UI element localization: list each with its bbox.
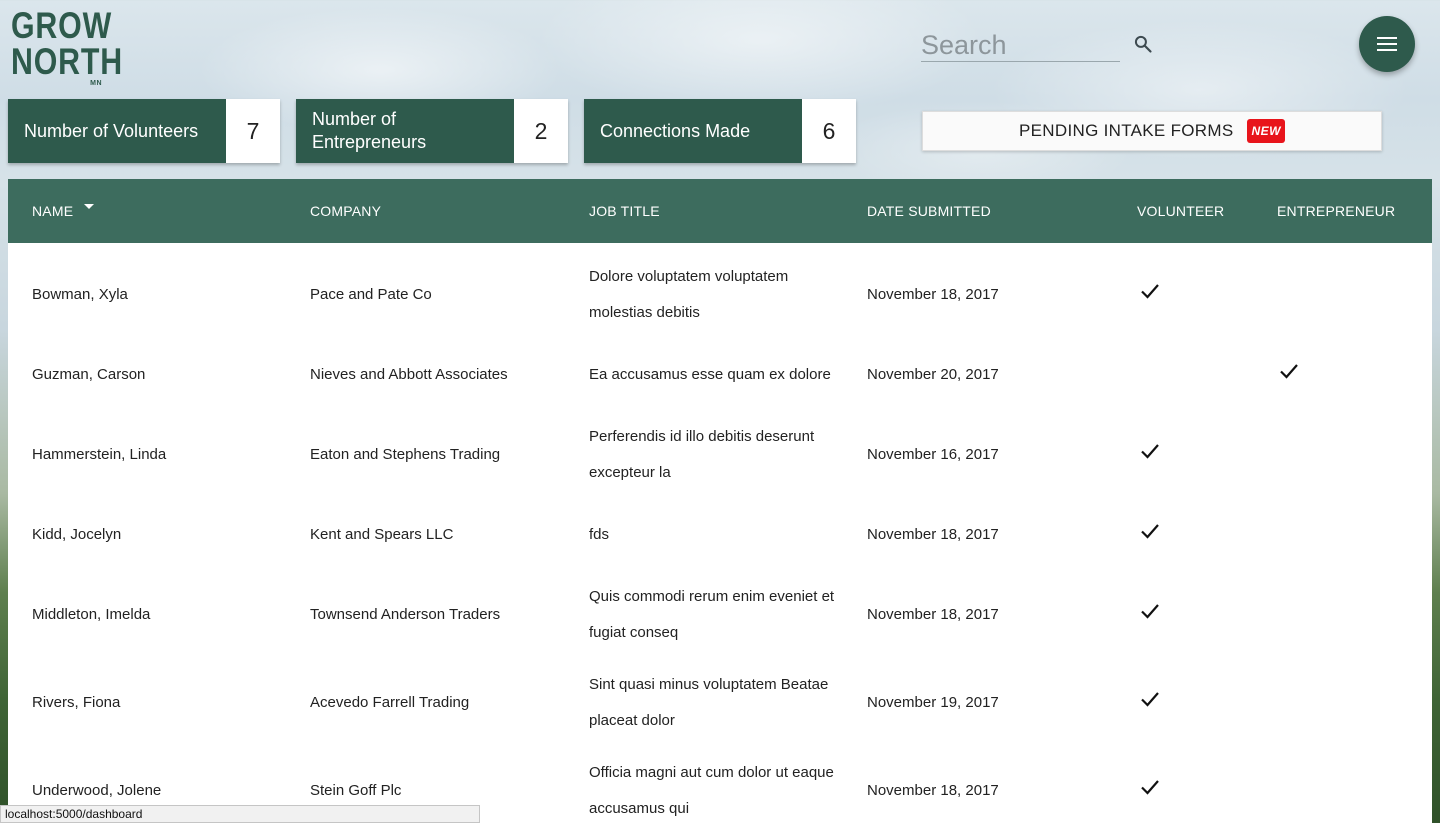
pending-intake-forms-button[interactable]: PENDING INTAKE FORMS NEW <box>922 111 1382 151</box>
new-badge: NEW <box>1247 119 1285 143</box>
menu-icon <box>1377 37 1397 51</box>
cell-date-submitted: November 16, 2017 <box>867 446 999 463</box>
menu-button[interactable] <box>1359 16 1415 72</box>
cell-company: Pace and Pate Co <box>310 286 432 303</box>
stat-label: Connections Made <box>584 99 802 163</box>
sort-down-icon[interactable] <box>84 204 94 209</box>
stat-label: Number of Entrepreneurs <box>296 99 514 163</box>
browser-status-bar: localhost:5000/dashboard <box>0 805 480 823</box>
stat-label: Number of Volunteers <box>8 99 226 163</box>
search-field[interactable] <box>921 30 1120 62</box>
table-row[interactable]: Middleton, Imelda Townsend Anderson Trade… <box>8 571 1432 659</box>
stat-value: 6 <box>802 99 856 163</box>
search-icon <box>1134 35 1152 53</box>
cell-name: Kidd, Jocelyn <box>32 526 122 543</box>
table-header: NAME COMPANY JOB TITLE DATE SUBMITTED VO… <box>8 179 1432 243</box>
column-header-date-submitted[interactable]: DATE SUBMITTED <box>867 179 991 243</box>
cell-job-title: Sint quasi minus voluptatem Beatae place… <box>589 676 829 729</box>
check-icon <box>1140 437 1160 473</box>
table-row[interactable]: Kidd, Jocelyn Kent and Spears LLC fds Novem… <box>8 499 1432 571</box>
cell-job-title: Officia magni aut cum dolor ut eaque acc… <box>589 764 834 817</box>
cell-date-submitted: November 18, 2017 <box>867 526 999 543</box>
cell-volunteer <box>1140 499 1160 571</box>
check-icon <box>1140 277 1160 313</box>
column-header-label: COMPANY <box>310 203 382 219</box>
cell-name: Guzman, Carson <box>32 366 146 383</box>
table-body: Bowman, Xyla Pace and Pate Co Dolore volup… <box>8 243 1432 823</box>
column-header-volunteer[interactable]: VOLUNTEER <box>1137 179 1224 243</box>
logo-suffix: MN <box>90 80 102 87</box>
search-input[interactable] <box>921 30 1120 61</box>
column-header-label: DATE SUBMITTED <box>867 203 991 219</box>
cell-job-title: Ea accusamus esse quam ex dolore <box>589 366 831 383</box>
cell-date-submitted: November 18, 2017 <box>867 782 999 799</box>
stat-value: 7 <box>226 99 280 163</box>
cell-date-submitted: November 20, 2017 <box>867 366 999 383</box>
column-header-label: NAME <box>32 203 74 219</box>
logo-line-1: GROW <box>11 5 113 46</box>
applicants-table: NAME COMPANY JOB TITLE DATE SUBMITTED VO… <box>8 179 1432 823</box>
stat-connections: Connections Made 6 <box>584 99 856 163</box>
table-row[interactable]: Hammerstein, Linda Eaton and Stephens Tra… <box>8 411 1432 499</box>
cell-volunteer <box>1140 571 1160 659</box>
cell-volunteer <box>1140 747 1160 823</box>
check-icon <box>1140 773 1160 809</box>
cell-job-title: Perferendis id illo debitis deserunt exc… <box>589 428 815 481</box>
cell-volunteer <box>1140 659 1160 747</box>
check-icon <box>1279 357 1299 393</box>
cell-job-title: Dolore voluptatem voluptatem molestias d… <box>589 268 789 321</box>
cell-volunteer <box>1140 251 1160 339</box>
column-header-entrepreneur[interactable]: ENTREPRENEUR <box>1277 179 1395 243</box>
cell-name: Bowman, Xyla <box>32 286 128 303</box>
search-button[interactable] <box>1131 32 1155 56</box>
check-icon <box>1140 685 1160 721</box>
stat-entrepreneurs: Number of Entrepreneurs 2 <box>296 99 568 163</box>
cell-name: Hammerstein, Linda <box>32 446 167 463</box>
stat-volunteers: Number of Volunteers 7 <box>8 99 280 163</box>
check-icon <box>1140 517 1160 553</box>
cell-job-title: fds <box>589 526 610 543</box>
cell-company: Acevedo Farrell Trading <box>310 694 470 711</box>
grow-north-logo[interactable]: GROW NORTH MN <box>11 5 123 87</box>
stat-value: 2 <box>514 99 568 163</box>
table-row[interactable]: Rivers, Fiona Acevedo Farrell Trading Sint… <box>8 659 1432 747</box>
cell-company: Townsend Anderson Traders <box>310 606 501 623</box>
column-header-label: JOB TITLE <box>589 203 660 219</box>
pending-label: PENDING INTAKE FORMS <box>1019 121 1234 140</box>
cell-date-submitted: November 19, 2017 <box>867 694 999 711</box>
column-header-company[interactable]: COMPANY <box>310 179 381 243</box>
cell-name: Middleton, Imelda <box>32 606 151 623</box>
column-header-name[interactable]: NAME <box>32 179 73 243</box>
cell-company: Nieves and Abbott Associates <box>310 366 508 383</box>
cell-company: Eaton and Stephens Trading <box>310 446 501 463</box>
column-header-label: VOLUNTEER <box>1137 203 1225 219</box>
check-icon <box>1140 597 1160 633</box>
cell-name: Rivers, Fiona <box>32 694 121 711</box>
cell-company: Kent and Spears LLC <box>310 526 454 543</box>
column-header-job-title[interactable]: JOB TITLE <box>589 179 660 243</box>
logo-line-2: NORTH <box>11 41 123 82</box>
table-row[interactable]: Bowman, Xyla Pace and Pate Co Dolore volup… <box>8 251 1432 339</box>
column-header-label: ENTREPRENEUR <box>1277 203 1396 219</box>
table-row[interactable]: Guzman, Carson Nieves and Abbott Associat… <box>8 339 1432 411</box>
cell-job-title: Quis commodi rerum enim eveniet et fugia… <box>589 588 835 641</box>
cell-volunteer <box>1140 411 1160 499</box>
cell-date-submitted: November 18, 2017 <box>867 286 999 303</box>
cell-entrepreneur <box>1279 339 1299 411</box>
cell-date-submitted: November 18, 2017 <box>867 606 999 623</box>
